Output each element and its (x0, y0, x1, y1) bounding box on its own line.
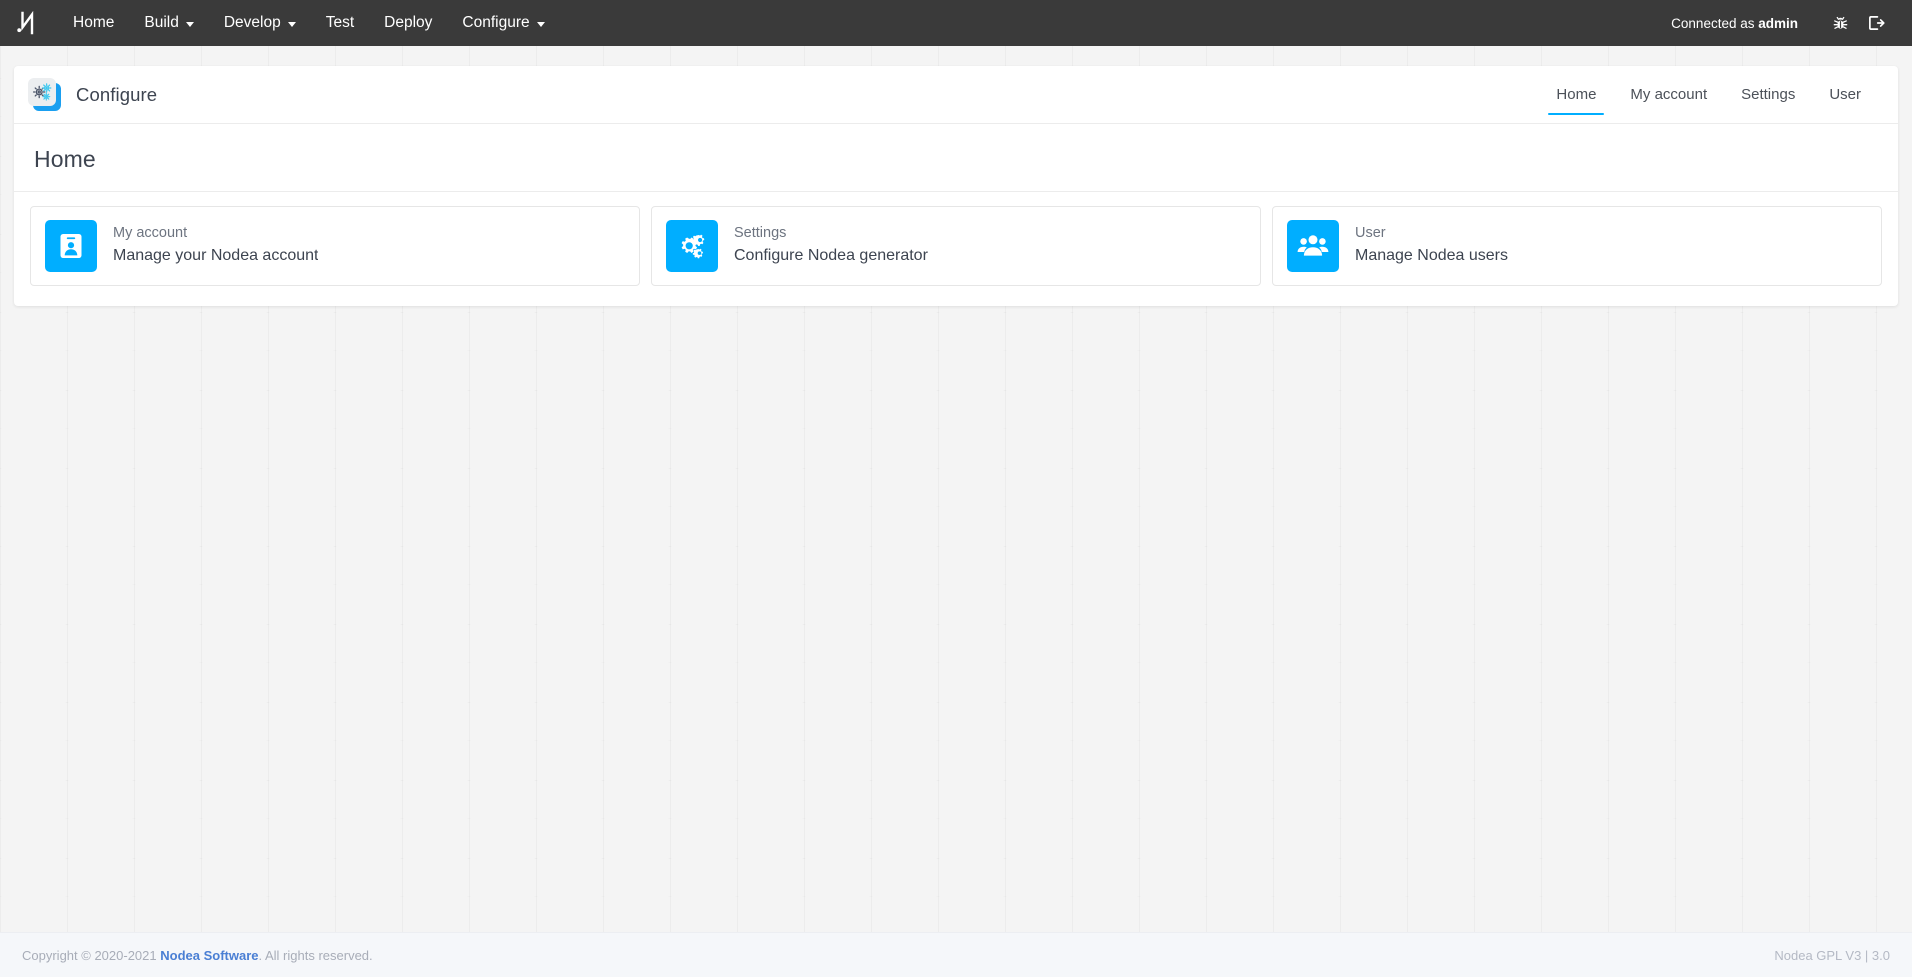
configure-panel: Configure Home My account Settings User … (14, 66, 1898, 306)
tab-my-account[interactable]: My account (1613, 66, 1724, 123)
footer-copyright-prefix: Copyright © 2020-2021 (22, 947, 161, 963)
app-logo-faceplate (28, 78, 56, 106)
card-settings[interactable]: Settings Configure Nodea generator (651, 206, 1261, 286)
tab-user[interactable]: User (1812, 66, 1878, 123)
card-my-account[interactable]: My account Manage your Nodea account (30, 206, 640, 286)
cogs-icon (666, 220, 718, 272)
nav-link-develop-label: Develop (223, 13, 281, 31)
navbar-right-group: Connected as admin (1671, 8, 1894, 38)
page-footer: Copyright © 2020-2021 Nodea Software. Al… (0, 932, 1912, 977)
logout-icon[interactable] (1858, 8, 1894, 38)
page-app-title: Configure (76, 83, 158, 105)
card-user[interactable]: User Manage Nodea users (1272, 206, 1882, 286)
tab-settings[interactable]: Settings (1724, 66, 1812, 123)
connected-as-username: admin (1758, 15, 1798, 31)
nav-link-deploy-label: Deploy (384, 13, 433, 31)
id-badge-icon (45, 220, 97, 272)
card-settings-text: Settings Configure Nodea generator (734, 223, 928, 270)
footer-copyright: Copyright © 2020-2021 Nodea Software. Al… (22, 948, 373, 963)
tab-my-account-label: My account (1630, 86, 1708, 103)
footer-copyright-suffix: . All rights reserved. (258, 947, 373, 963)
card-settings-description: Configure Nodea generator (734, 247, 928, 265)
tab-settings-label: Settings (1741, 86, 1796, 103)
card-user-text: User Manage Nodea users (1355, 223, 1508, 270)
nav-link-configure[interactable]: Configure (447, 6, 559, 41)
top-navbar: Home Build Develop Test Deploy Configure… (0, 0, 1912, 46)
footer-version: Nodea GPL V3 | 3.0 (1774, 947, 1890, 963)
tab-user-label: User (1829, 86, 1861, 103)
nav-link-test-label: Test (325, 13, 355, 31)
connected-as-prefix: Connected as (1671, 15, 1759, 31)
bug-icon[interactable] (1822, 8, 1858, 38)
tab-home[interactable]: Home (1539, 66, 1613, 123)
footer-company-link[interactable]: Nodea Software (160, 948, 258, 963)
panel-header: Configure Home My account Settings User (14, 66, 1898, 124)
card-my-account-description: Manage your Nodea account (113, 247, 319, 265)
panel-tab-bar: Home My account Settings User (1539, 66, 1878, 123)
nav-link-deploy[interactable]: Deploy (369, 6, 447, 41)
nav-link-develop[interactable]: Develop (209, 6, 311, 41)
nav-link-home[interactable]: Home (58, 6, 129, 41)
nodea-n-logo-icon[interactable] (10, 8, 44, 38)
users-icon (1287, 220, 1339, 272)
shortcut-cards-row: My account Manage your Nodea account Set… (14, 192, 1898, 306)
chevron-down-icon (287, 21, 296, 27)
nav-link-build-label: Build (144, 13, 179, 31)
card-my-account-label: My account (113, 224, 188, 241)
primary-nav: Home Build Develop Test Deploy Configure (58, 6, 560, 41)
page-title-row: Home (14, 124, 1898, 192)
connected-as-label: Connected as admin (1671, 16, 1798, 31)
page-title: Home (34, 146, 96, 172)
nav-link-test[interactable]: Test (311, 6, 369, 41)
nav-link-configure-label: Configure (462, 13, 530, 31)
card-user-description: Manage Nodea users (1355, 247, 1508, 265)
card-my-account-text: My account Manage your Nodea account (113, 223, 318, 270)
card-settings-label: Settings (734, 224, 787, 241)
nav-link-home-label: Home (73, 13, 115, 31)
chevron-down-icon (185, 21, 194, 27)
gears-icon (28, 78, 61, 111)
tab-home-label: Home (1556, 86, 1597, 103)
nav-link-build[interactable]: Build (129, 6, 208, 41)
card-user-label: User (1355, 224, 1386, 241)
chevron-down-icon (536, 21, 545, 27)
